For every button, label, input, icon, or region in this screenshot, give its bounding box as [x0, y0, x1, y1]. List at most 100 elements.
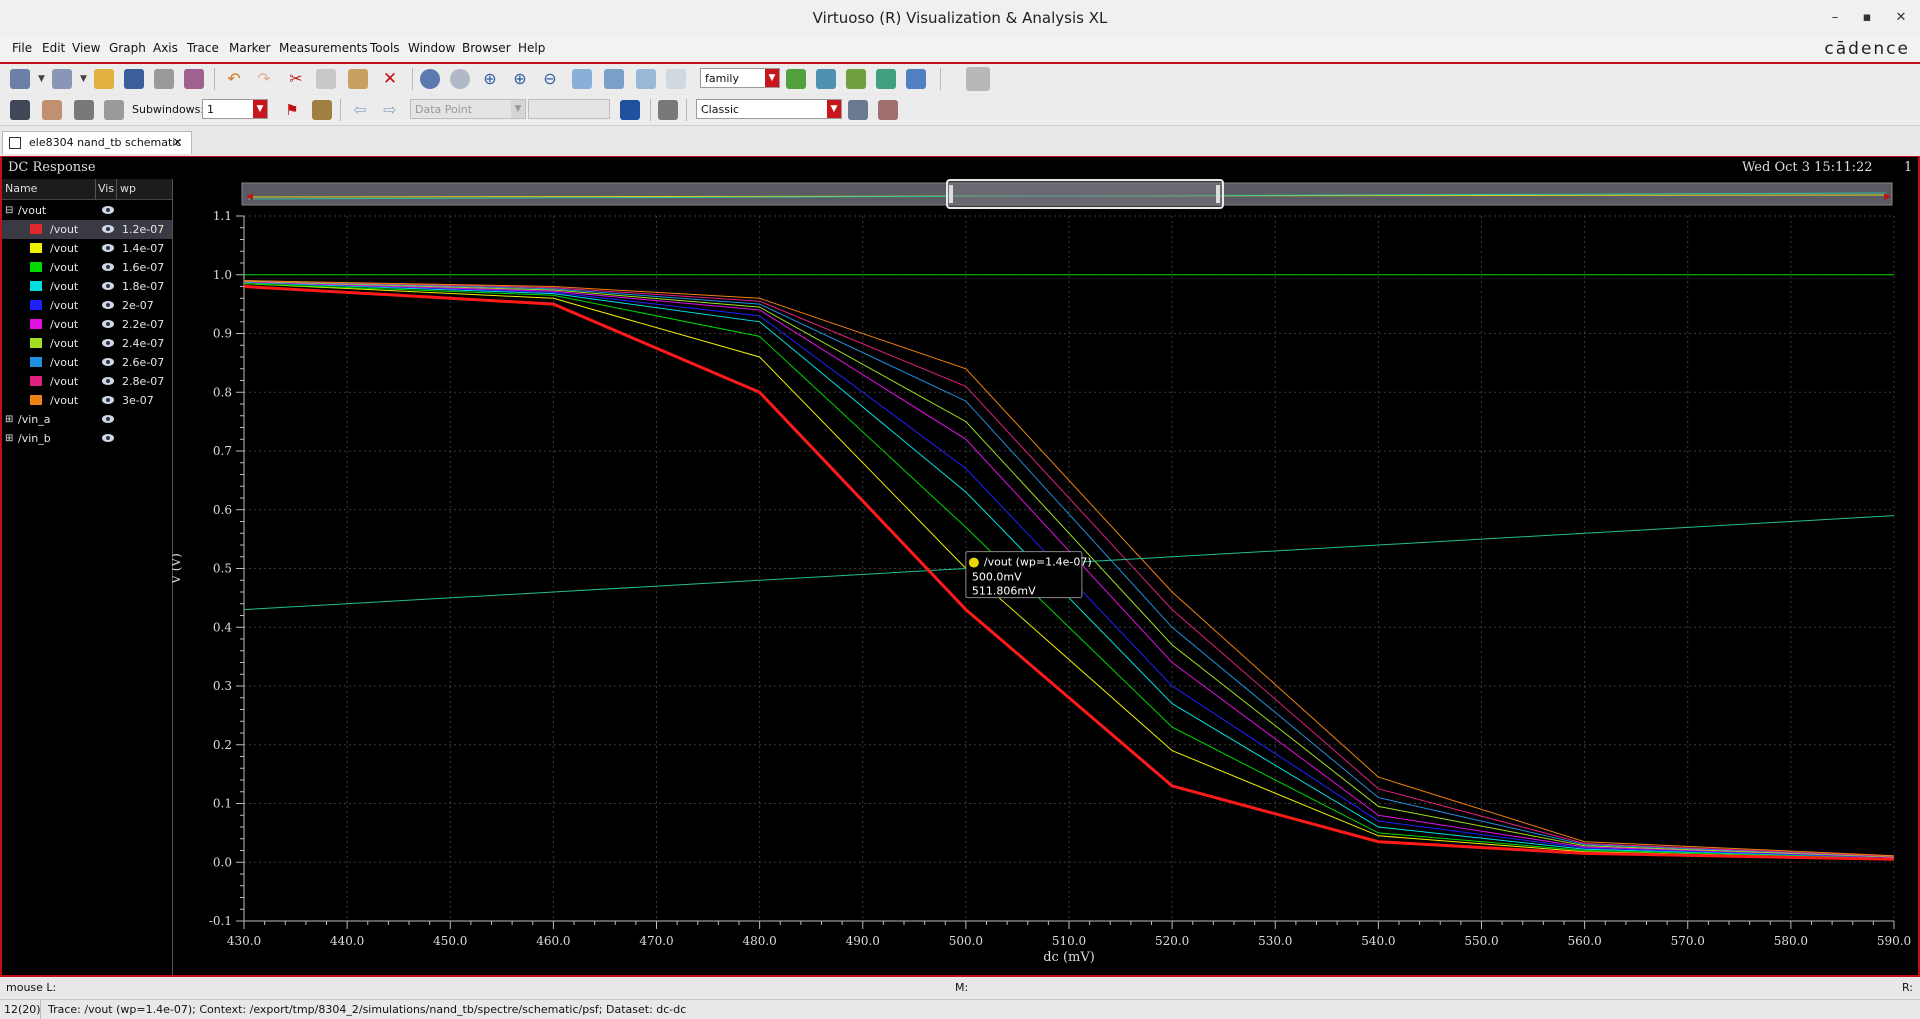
menu-trace[interactable]: Trace: [187, 41, 219, 55]
marker-flag-icon[interactable]: ⚑: [282, 100, 302, 120]
data-point-value-field[interactable]: [528, 99, 610, 119]
new-window-dropdown-icon[interactable]: ▼: [38, 69, 48, 89]
subwindows-select[interactable]: 1 ▼: [202, 99, 268, 119]
redo-icon[interactable]: ↷: [254, 69, 274, 89]
add-graph-icon[interactable]: [876, 69, 896, 89]
print-preview-icon[interactable]: [184, 69, 204, 89]
menu-edit[interactable]: Edit: [42, 41, 65, 55]
tab-close-icon[interactable]: ✕: [173, 132, 182, 154]
overview-left-arrow-icon[interactable]: ◀: [246, 192, 253, 202]
delete-icon[interactable]: ✕: [380, 69, 400, 89]
properties-icon[interactable]: [848, 100, 868, 120]
zoom-fit-icon[interactable]: ⊕: [480, 69, 500, 89]
info-tool-icon[interactable]: [312, 100, 332, 120]
stacked-graph-icon[interactable]: [816, 69, 836, 89]
paste-icon[interactable]: [348, 69, 368, 89]
zoom-out-icon[interactable]: ⊖: [540, 69, 560, 89]
overview-handle[interactable]: [946, 179, 1224, 209]
menu-file[interactable]: File: [12, 41, 32, 55]
family-select[interactable]: family ▼: [700, 68, 780, 88]
legend-trace-row[interactable]: /vout 2.2e-07: [2, 315, 172, 334]
save-icon[interactable]: [124, 69, 144, 89]
open-folder-icon[interactable]: [94, 69, 114, 89]
zoom-in-icon[interactable]: ⊕: [510, 69, 530, 89]
refresh-icon[interactable]: [420, 69, 440, 89]
split-graph-icon[interactable]: [846, 69, 866, 89]
legend-group-1[interactable]: ⊞ /vin_a: [2, 410, 172, 429]
menu-marker[interactable]: Marker: [229, 41, 270, 55]
stop-icon[interactable]: [450, 69, 470, 89]
legend-group-0[interactable]: ⊟ /vout: [2, 201, 172, 220]
menu-help[interactable]: Help: [518, 41, 545, 55]
expand-toggle-icon[interactable]: ⊞: [5, 429, 13, 448]
copy-icon[interactable]: [316, 69, 336, 89]
legend-trace-row[interactable]: /vout 2.6e-07: [2, 353, 172, 372]
strip-chart-icon[interactable]: [906, 69, 926, 89]
minimize-button[interactable]: –: [1824, 8, 1846, 28]
pointer-tool-icon[interactable]: [10, 100, 30, 120]
overview-right-arrow-icon[interactable]: ▶: [1884, 192, 1891, 202]
menu-tools[interactable]: Tools: [370, 41, 400, 55]
legend-trace-row[interactable]: /vout 3e-07: [2, 391, 172, 410]
visibility-eye-icon[interactable]: [102, 301, 114, 309]
maximize-button[interactable]: ▪: [1856, 8, 1878, 28]
close-window-button[interactable]: ✕: [1890, 8, 1912, 28]
overview-scrollbar[interactable]: ◀ ▶: [241, 179, 1893, 209]
visibility-eye-icon[interactable]: [102, 320, 114, 328]
subwindow-dropdown-icon[interactable]: ▼: [80, 69, 90, 89]
menu-graph[interactable]: Graph: [109, 41, 146, 55]
visibility-eye-icon[interactable]: [102, 358, 114, 366]
overview-handle-right[interactable]: [1216, 185, 1220, 203]
expand-toggle-icon[interactable]: ⊞: [5, 410, 13, 429]
visibility-eye-icon[interactable]: [102, 396, 114, 404]
annotation-tool-icon[interactable]: [42, 100, 62, 120]
legend-group-2[interactable]: ⊞ /vin_b: [2, 429, 172, 448]
vertical-layout-icon[interactable]: [104, 100, 124, 120]
cut-icon[interactable]: ✂: [286, 69, 306, 89]
new-subwindow-icon[interactable]: [52, 69, 72, 89]
marker-dot-icon[interactable]: [968, 557, 979, 568]
menu-axis[interactable]: Axis: [153, 41, 178, 55]
back-arrow-icon[interactable]: ⇦: [350, 100, 370, 120]
visibility-eye-icon[interactable]: [102, 282, 114, 290]
plot-area[interactable]: ◀ ▶ 430.0 440.0 450.0 460.0 470.0 480.0 490.0 5…: [172, 179, 1918, 975]
menu-browser[interactable]: Browser: [462, 41, 511, 55]
legend-trace-row[interactable]: /vout 1.4e-07: [2, 239, 172, 258]
calculator-icon[interactable]: [658, 100, 678, 120]
legend-trace-row[interactable]: /vout 2.4e-07: [2, 334, 172, 353]
horizontal-layout-icon[interactable]: [74, 100, 94, 120]
print-icon[interactable]: [154, 69, 174, 89]
visibility-eye-icon[interactable]: [102, 244, 114, 252]
legend-trace-row[interactable]: /vout 1.8e-07: [2, 277, 172, 296]
legend-trace-row[interactable]: /vout 1.6e-07: [2, 258, 172, 277]
visibility-eye-icon[interactable]: [102, 263, 114, 271]
visibility-eye-icon[interactable]: [102, 206, 114, 214]
visibility-eye-icon[interactable]: [102, 339, 114, 347]
menu-measurements[interactable]: Measurements: [279, 41, 368, 55]
visibility-eye-icon[interactable]: [102, 225, 114, 233]
zoom-box-icon[interactable]: [604, 69, 624, 89]
point-marker[interactable]: /vout (wp=1.4e-07) 500.0mV 511.806mV: [965, 551, 1092, 599]
data-point-select[interactable]: Data Point ▼: [410, 99, 526, 119]
visibility-eye-icon[interactable]: [102, 434, 114, 442]
visibility-eye-icon[interactable]: [102, 377, 114, 385]
undo-icon[interactable]: ↶: [224, 69, 244, 89]
visibility-eye-icon[interactable]: [102, 415, 114, 423]
clear-icon[interactable]: [878, 100, 898, 120]
zoom-disabled-icon[interactable]: [666, 69, 686, 89]
grid-toggle-icon[interactable]: [966, 67, 990, 91]
menu-window[interactable]: Window: [408, 41, 455, 55]
legend-trace-row[interactable]: /vout 1.2e-07: [2, 220, 172, 239]
zoom-x-icon[interactable]: [572, 69, 592, 89]
legend-trace-row[interactable]: /vout 2.8e-07: [2, 372, 172, 391]
family-graph-icon[interactable]: [786, 69, 806, 89]
tab-nand-tb-schematic[interactable]: ele8304 nand_tb schematic ✕: [2, 131, 192, 154]
forward-arrow-icon[interactable]: ⇨: [380, 100, 400, 120]
zoom-y-icon[interactable]: [636, 69, 656, 89]
menu-view[interactable]: View: [72, 41, 100, 55]
histogram-icon[interactable]: [620, 100, 640, 120]
style-select[interactable]: Classic ▼: [696, 99, 842, 119]
legend-trace-row[interactable]: /vout 2e-07: [2, 296, 172, 315]
overview-handle-left[interactable]: [949, 185, 953, 203]
expand-toggle-icon[interactable]: ⊟: [5, 201, 13, 220]
